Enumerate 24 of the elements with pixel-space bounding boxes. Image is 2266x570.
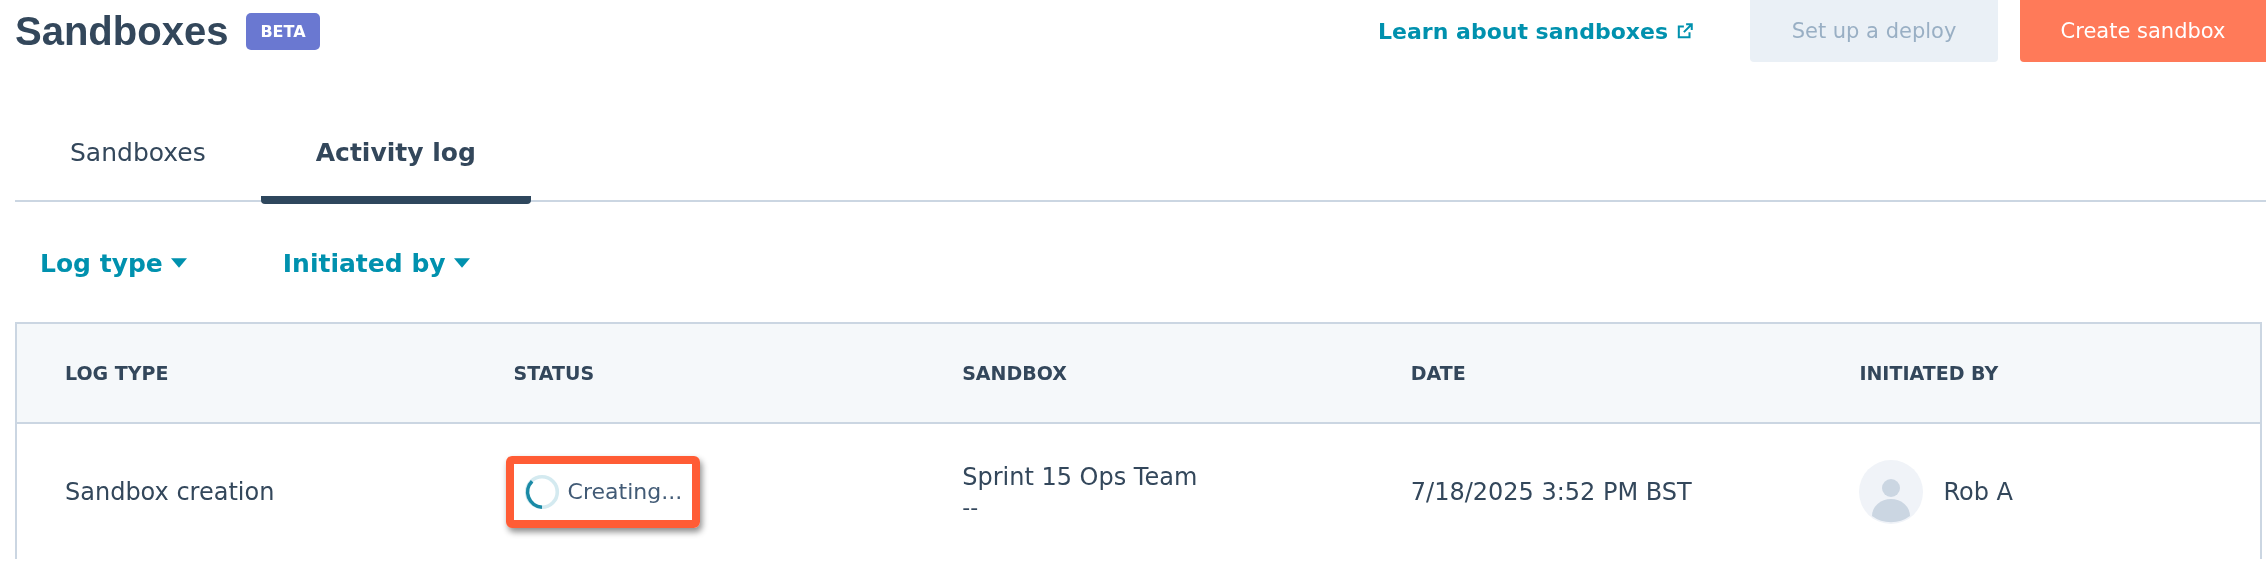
tab[interactable]: Sandboxes [15,108,261,204]
caret-icon [170,258,187,268]
tab[interactable]: Activity log [260,108,531,204]
column-header: LOG TYPE [64,362,170,384]
caret-icon [453,258,470,268]
create-button[interactable]: Create sandbox [2020,0,2266,62]
learn-link[interactable]: Learn about sandboxes [1378,18,1694,44]
table-cell: Sandbox creation [65,477,275,506]
table-cell: 7/18/2025 3:52 PM BST [1410,477,1692,506]
beta-badge: BETA [246,12,320,50]
avatar-icon [1859,459,1924,524]
status-text: Creating... [567,479,683,504]
external-link-icon [1676,22,1694,40]
column-header: STATUS [512,362,596,384]
column-header: DATE [1409,362,1467,384]
column-header: INITIATED BY [1858,362,2000,384]
filter-dropdown[interactable]: Initiated by [282,248,470,278]
spinner-icon [523,473,560,510]
page-title: Sandboxes [15,8,229,54]
column-header: SANDBOX [961,362,1068,384]
filter-dropdown[interactable]: Log type [40,248,187,278]
table-cell: -- [962,495,979,520]
table-cell: Rob A [1943,477,2013,506]
table-cell: Sprint 15 Ops Team [962,463,1198,491]
